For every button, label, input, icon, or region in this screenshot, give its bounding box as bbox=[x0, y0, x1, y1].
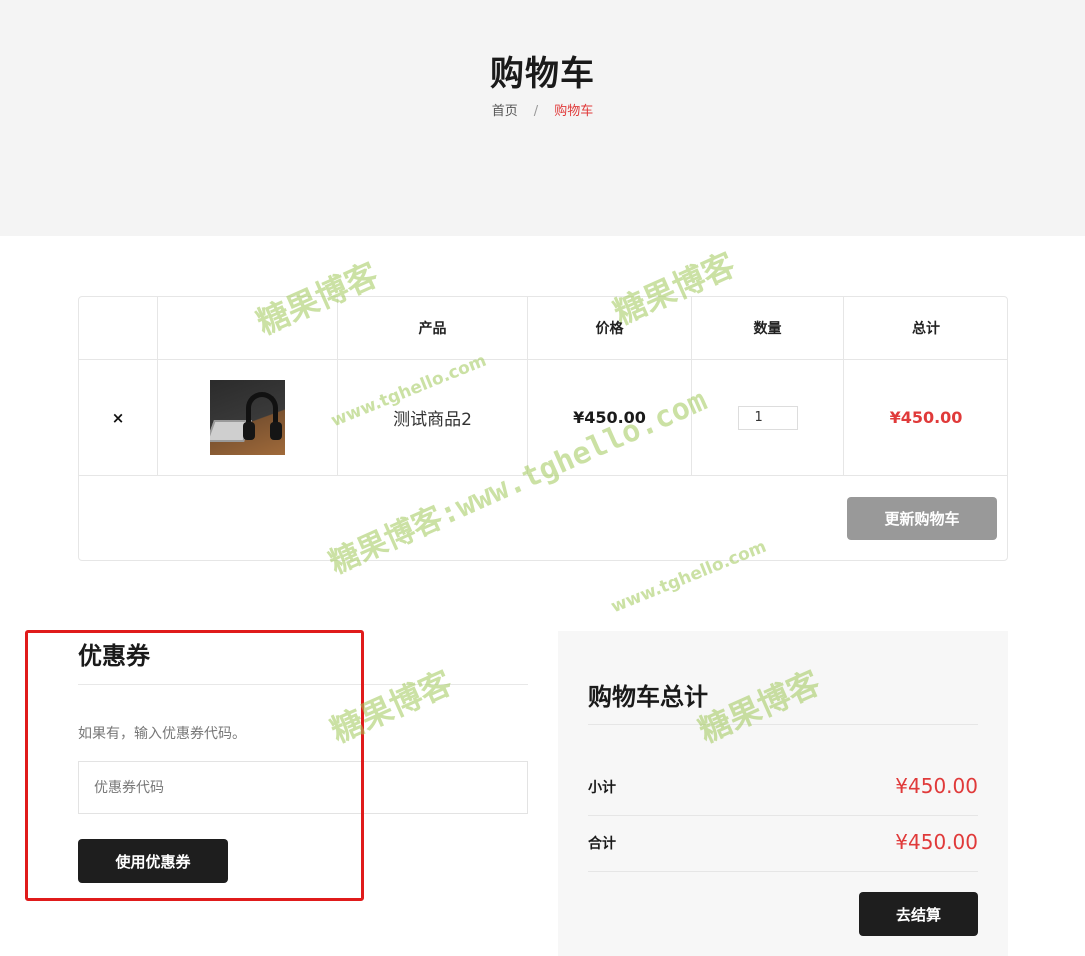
item-subtotal: ¥450.00 bbox=[889, 408, 963, 427]
product-name-link[interactable]: 测试商品2 bbox=[393, 405, 472, 430]
cart-totals-panel: 购物车总计 小计 ¥450.00 合计 ¥450.00 去结算 bbox=[558, 631, 1008, 956]
subtotal-label: 小计 bbox=[588, 780, 616, 796]
product-name-cell: 测试商品2 bbox=[338, 360, 528, 476]
page-header: 购物车 首页 / 购物车 bbox=[0, 0, 1085, 236]
totals-divider bbox=[588, 871, 978, 872]
header-remove bbox=[79, 297, 158, 360]
quantity-input[interactable] bbox=[737, 405, 798, 430]
checkout-button[interactable]: 去结算 bbox=[859, 892, 978, 936]
total-label: 合计 bbox=[588, 836, 616, 852]
product-thumbnail-cell bbox=[158, 360, 338, 476]
cart-table: 产品 价格 数量 总计 × 测试商品2 ¥450.00 ¥450.00 更新购物… bbox=[78, 296, 1008, 561]
cart-totals-title: 购物车总计 bbox=[588, 683, 708, 711]
breadcrumb-home-link[interactable]: 首页 bbox=[492, 104, 518, 119]
remove-item-icon[interactable]: × bbox=[112, 409, 125, 427]
annotation-highlight-box bbox=[25, 630, 364, 901]
headphone-cup-left bbox=[243, 422, 255, 440]
totals-divider bbox=[588, 815, 978, 816]
subtotal-cell: ¥450.00 bbox=[844, 360, 1008, 476]
product-thumbnail[interactable] bbox=[210, 380, 285, 455]
breadcrumb-current: 购物车 bbox=[554, 104, 594, 119]
header-price: 价格 bbox=[528, 297, 692, 360]
headphone-cup-right bbox=[270, 422, 282, 440]
header-subtotal: 总计 bbox=[844, 297, 1008, 360]
header-thumbnail bbox=[158, 297, 338, 360]
update-cart-button[interactable]: 更新购物车 bbox=[847, 497, 997, 540]
page-title: 购物车 bbox=[490, 54, 595, 94]
breadcrumb-separator: / bbox=[533, 104, 539, 119]
totals-divider bbox=[588, 724, 978, 725]
subtotal-value: ¥450.00 bbox=[895, 774, 978, 798]
quantity-cell bbox=[692, 360, 844, 476]
header-quantity: 数量 bbox=[692, 297, 844, 360]
table-row: × bbox=[79, 360, 158, 476]
breadcrumb: 首页 / 购物车 bbox=[0, 100, 1085, 119]
product-price-cell: ¥450.00 bbox=[528, 360, 692, 476]
header-product: 产品 bbox=[338, 297, 528, 360]
total-value: ¥450.00 bbox=[895, 830, 978, 854]
product-price: ¥450.00 bbox=[573, 408, 646, 427]
